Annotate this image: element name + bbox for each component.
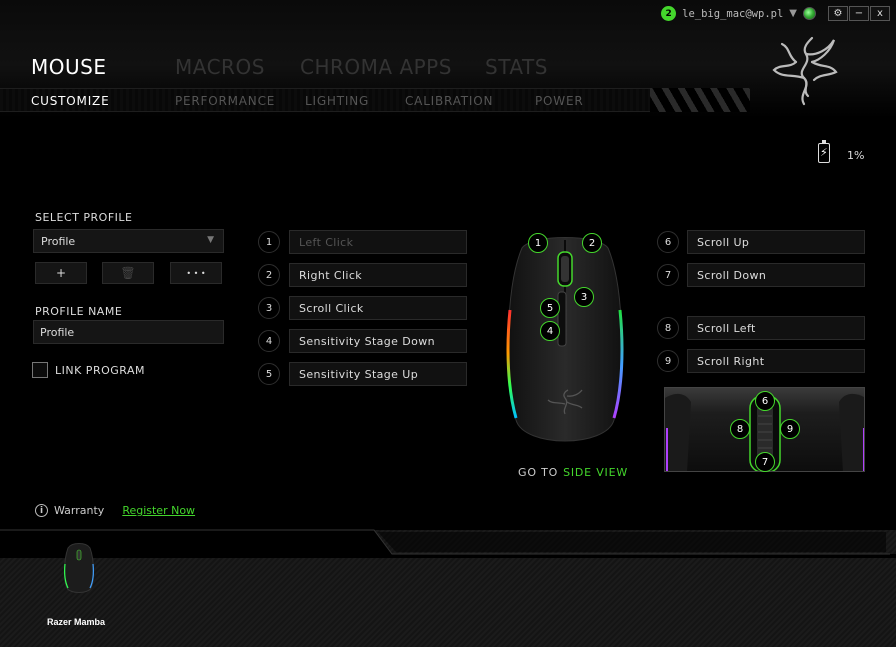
link-program-label: LINK PROGRAM (55, 364, 145, 377)
tab-customize[interactable]: CUSTOMIZE (31, 94, 175, 108)
goto-side-view: GO TO SIDE VIEW (518, 466, 628, 479)
assign-button-6[interactable]: Scroll Up (687, 230, 865, 254)
mouse-marker-3[interactable]: 3 (574, 287, 594, 307)
notification-badge[interactable]: 2 (661, 6, 677, 21)
button-number-7: 7 (657, 264, 679, 286)
subtab-bar-decoration (650, 88, 750, 112)
battery-level: 1% (847, 149, 865, 162)
razer-logo-icon (772, 36, 838, 106)
profile-select[interactable]: Profile ▼ (33, 229, 224, 253)
link-program-checkbox[interactable] (32, 362, 48, 378)
profile-name-label: PROFILE NAME (35, 305, 123, 318)
button-number-1: 1 (258, 231, 280, 253)
add-profile-button[interactable]: + (35, 262, 87, 284)
warranty-label: Warranty (54, 504, 105, 517)
assign-button-5[interactable]: Sensitivity Stage Up (289, 362, 467, 386)
select-profile-label: SELECT PROFILE (35, 211, 133, 224)
more-options-button[interactable]: • • • (170, 262, 222, 284)
tab-chroma-apps[interactable]: CHROMA APPS (300, 55, 485, 79)
tab-macros[interactable]: MACROS (175, 55, 300, 79)
button-number-9: 9 (657, 350, 679, 372)
profile-name-input[interactable] (33, 320, 224, 344)
side-view-link[interactable]: SIDE VIEW (563, 466, 628, 479)
info-icon: i (35, 504, 48, 517)
wheel-marker-7[interactable]: 7 (755, 452, 775, 472)
mouse-marker-1[interactable]: 1 (528, 233, 548, 253)
username[interactable]: le_big_mac@wp.pl (682, 8, 783, 20)
window-controls: ⚙ − x (828, 6, 890, 21)
close-button[interactable]: x (870, 6, 890, 21)
device-tray-edge (0, 529, 896, 558)
profile-select-value: Profile (41, 235, 76, 248)
assign-button-2[interactable]: Right Click (289, 263, 467, 287)
sync-icon[interactable] (803, 7, 816, 20)
tab-lighting[interactable]: LIGHTING (305, 94, 405, 108)
button-number-5: 5 (258, 363, 280, 385)
wheel-marker-6[interactable]: 6 (755, 391, 775, 411)
warranty-row: i Warranty Register Now (35, 504, 195, 517)
device-name: Razer Mamba (47, 617, 106, 627)
mouse-top-view-image (506, 237, 624, 442)
minimize-button[interactable]: − (849, 6, 869, 21)
sub-tabs: CUSTOMIZE PERFORMANCE LIGHTING CALIBRATI… (31, 94, 583, 108)
assign-button-8[interactable]: Scroll Left (687, 316, 865, 340)
settings-button[interactable]: ⚙ (828, 6, 848, 21)
button-number-6: 6 (657, 231, 679, 253)
wheel-marker-9[interactable]: 9 (780, 419, 800, 439)
battery-icon: ⚡ (818, 140, 830, 163)
assign-button-7[interactable]: Scroll Down (687, 263, 865, 287)
button-number-2: 2 (258, 264, 280, 286)
assign-button-4[interactable]: Sensitivity Stage Down (289, 329, 467, 353)
topbar: 2 le_big_mac@wp.pl ▼ ⚙ − x (661, 6, 890, 21)
razer-mamba-device-icon[interactable] (62, 542, 96, 594)
tab-power[interactable]: POWER (535, 94, 583, 108)
mouse-marker-5[interactable]: 5 (540, 298, 560, 318)
assign-button-1[interactable]: Left Click (289, 230, 467, 254)
tab-mouse[interactable]: MOUSE (31, 55, 175, 79)
chevron-down-icon: ▼ (207, 235, 214, 245)
button-number-4: 4 (258, 330, 280, 352)
button-number-8: 8 (657, 317, 679, 339)
assign-button-9[interactable]: Scroll Right (687, 349, 865, 373)
main-tabs: MOUSE MACROS CHROMA APPS STATS (31, 55, 548, 79)
mouse-marker-4[interactable]: 4 (540, 321, 560, 341)
register-now-link[interactable]: Register Now (122, 504, 195, 517)
chevron-down-icon[interactable]: ▼ (789, 8, 797, 19)
tab-stats[interactable]: STATS (485, 55, 548, 79)
assign-button-3[interactable]: Scroll Click (289, 296, 467, 320)
tab-calibration[interactable]: CALIBRATION (405, 94, 535, 108)
tab-performance[interactable]: PERFORMANCE (175, 94, 305, 108)
goto-prefix: GO TO (518, 466, 559, 479)
delete-profile-button[interactable]: 🗑 (102, 262, 154, 284)
button-number-3: 3 (258, 297, 280, 319)
mouse-marker-2[interactable]: 2 (582, 233, 602, 253)
wheel-marker-8[interactable]: 8 (730, 419, 750, 439)
